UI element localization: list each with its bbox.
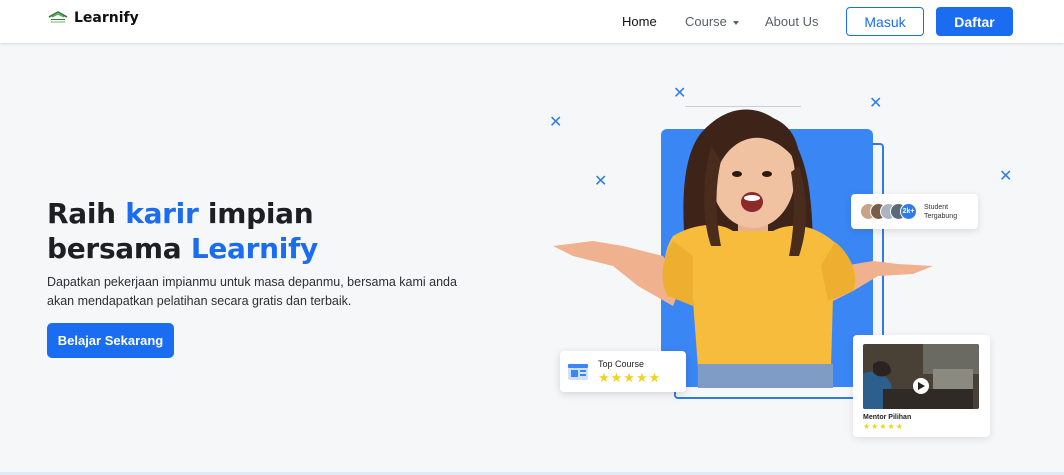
register-button[interactable]: Daftar [936, 7, 1013, 36]
cross-decor-icon: ✕ [673, 83, 687, 102]
hero-title-part2: impian [198, 197, 314, 230]
logo-icon [48, 10, 68, 26]
rating-stars: ★★★★★ [598, 370, 662, 385]
navbar: Learnify Home Course About Us Masuk Daft… [0, 0, 1064, 43]
hero-title: Raih karir impian bersama Learnify [47, 196, 318, 266]
student-joined-card: 2k+ Student Tergabung [851, 194, 978, 229]
mentor-label: Mentor Pilihan [863, 414, 912, 421]
hero-description: Dapatkan pekerjaan impianmu untuk masa d… [47, 275, 457, 308]
nav-course-label: Course [685, 14, 727, 29]
course-icon [568, 362, 588, 382]
nav-course[interactable]: Course [685, 14, 739, 29]
hero-title-highlight-learnify: Learnify [190, 232, 318, 265]
top-course-label: Top Course [598, 359, 645, 369]
hero-title-part3: bersama [47, 232, 191, 265]
mentor-video-thumbnail[interactable] [863, 344, 979, 409]
cross-decor-icon: ✕ [999, 166, 1013, 185]
top-course-card: Top Course ★★★★★ [560, 351, 686, 392]
caret-down-icon [732, 20, 739, 25]
hero-title-part1: Raih [47, 197, 126, 230]
hero-title-highlight-karir: karir [125, 197, 199, 230]
student-label: Student Tergabung [924, 204, 958, 220]
brand-name: Learnify [74, 10, 139, 26]
login-button[interactable]: Masuk [846, 7, 924, 36]
brand[interactable]: Learnify [48, 10, 139, 26]
mentor-card: Mentor Pilihan ★★★★★ [853, 335, 990, 437]
start-learning-button[interactable]: Belajar Sekarang [47, 323, 174, 358]
rating-stars: ★★★★★ [863, 422, 904, 431]
student-count-badge: 2k+ [900, 203, 917, 220]
nav-home[interactable]: Home [622, 14, 657, 29]
nav-about[interactable]: About Us [765, 14, 818, 29]
